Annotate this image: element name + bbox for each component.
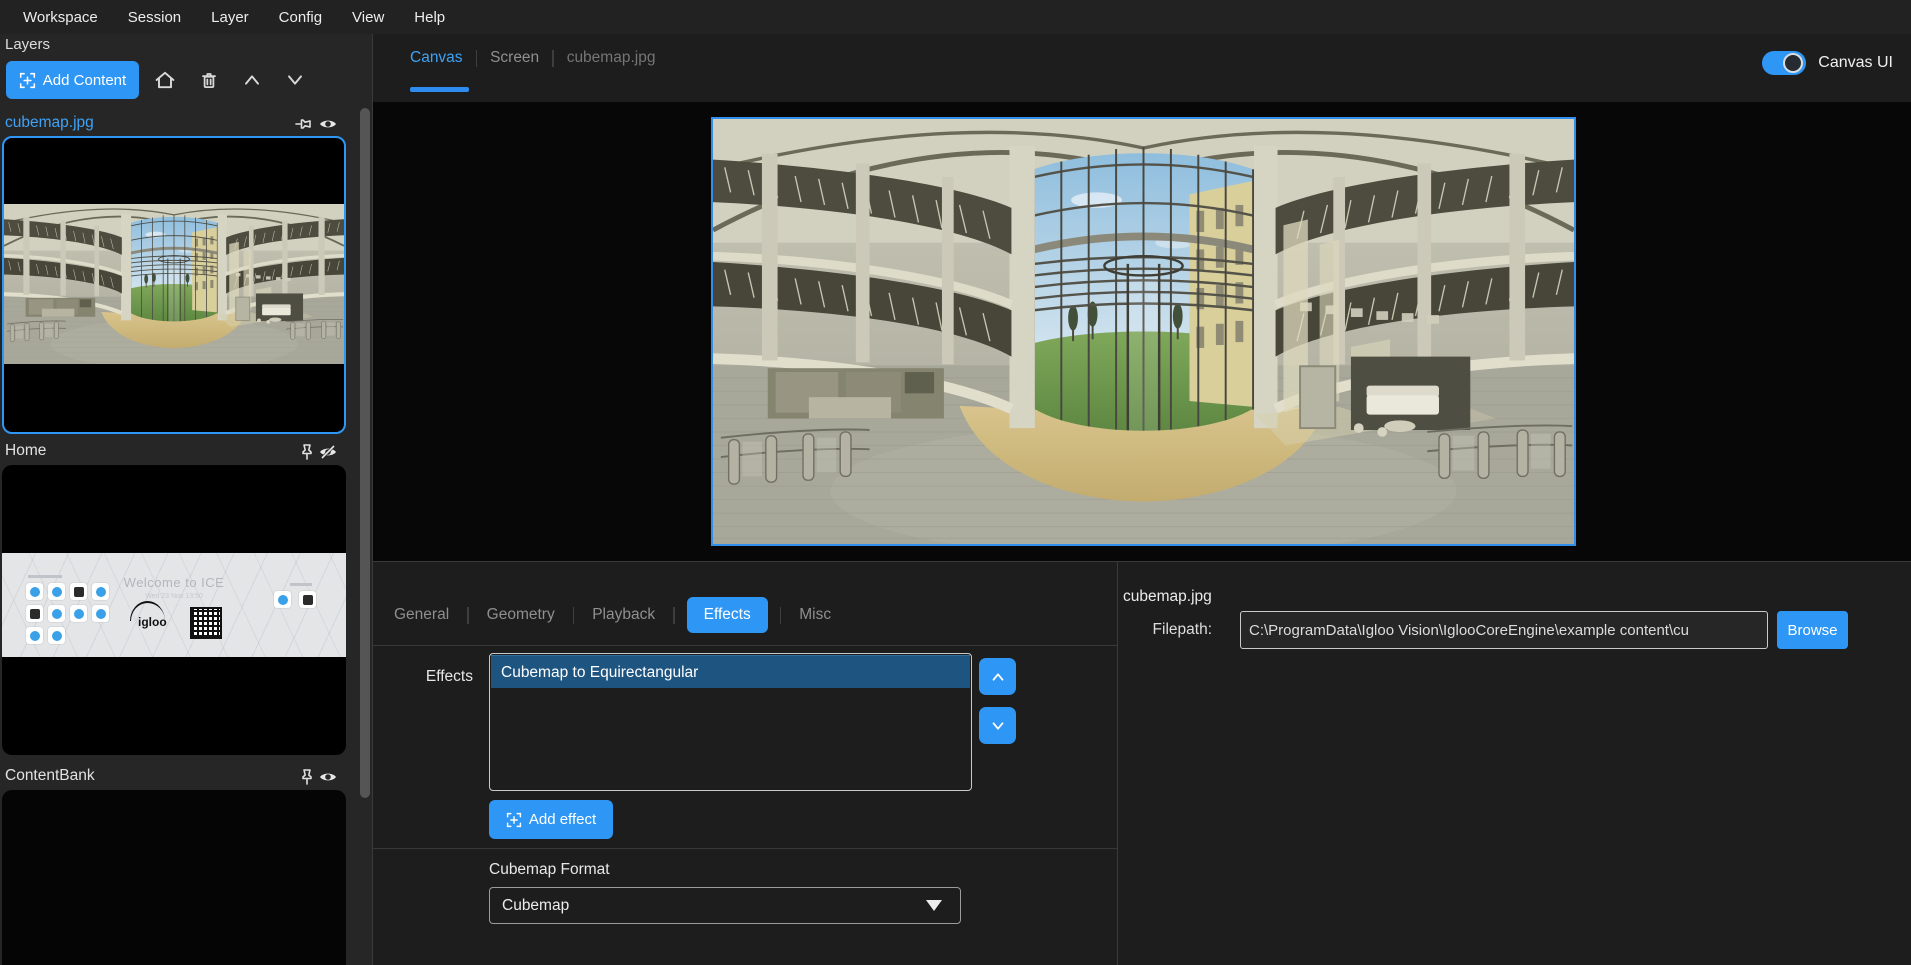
- properties-tabbar: General Geometry Playback Effects Misc: [388, 597, 837, 633]
- add-icon: [506, 812, 522, 828]
- canvas-ui-label: Canvas UI: [1818, 54, 1893, 72]
- tab-canvas[interactable]: Canvas: [410, 49, 463, 67]
- tab-cubemap[interactable]: cubemap.jpg: [567, 49, 656, 67]
- tab-screen[interactable]: Screen: [490, 49, 539, 67]
- menu-layer[interactable]: Layer: [196, 9, 264, 26]
- layer-thumbnail-contentbank[interactable]: [2, 790, 346, 965]
- add-content-button[interactable]: Add Content: [6, 61, 139, 99]
- canvas-viewport[interactable]: [373, 102, 1911, 561]
- layers-panel-title: Layers: [5, 36, 50, 53]
- effect-item-selected[interactable]: Cubemap to Equirectangular: [491, 655, 970, 688]
- add-effect-button[interactable]: Add effect: [489, 800, 613, 839]
- home-app-grid-right: [274, 591, 316, 608]
- menu-session[interactable]: Session: [113, 9, 196, 26]
- cubemap-format-dropdown[interactable]: Cubemap: [489, 887, 961, 924]
- tab-separator: [467, 607, 469, 624]
- pin-icon[interactable]: [293, 114, 313, 134]
- chevron-down-icon: [926, 900, 942, 911]
- add-content-label: Add Content: [43, 72, 126, 89]
- canvas-ui-toggle[interactable]: [1762, 51, 1806, 75]
- tab-misc[interactable]: Misc: [793, 597, 837, 633]
- tab-separator: [780, 607, 782, 624]
- pin-icon[interactable]: [297, 442, 317, 462]
- add-icon: [19, 72, 36, 89]
- toggle-knob: [1783, 53, 1803, 73]
- qr-code: [190, 607, 222, 639]
- layer-name-cubemap[interactable]: cubemap.jpg: [5, 114, 94, 132]
- pin-icon[interactable]: [297, 767, 317, 787]
- tab-effects[interactable]: Effects: [687, 597, 768, 633]
- vertical-divider: [1117, 562, 1118, 965]
- cubemap-format-value: Cubemap: [502, 897, 569, 915]
- layer-thumbnail-cubemap[interactable]: [2, 136, 346, 434]
- layer-thumbnail-home[interactable]: Welcome to ICE Wed 23 Nov 13:50 igloo: [2, 465, 346, 755]
- home-icon[interactable]: [152, 67, 178, 93]
- layer-row-home[interactable]: Home: [0, 440, 350, 464]
- home-app-grid: [26, 583, 122, 644]
- layer-name-contentbank[interactable]: ContentBank: [5, 767, 95, 785]
- tab-separator: [552, 50, 554, 67]
- menubar: Workspace Session Layer Config View Help: [0, 0, 1911, 34]
- effects-list-label: Effects: [403, 668, 473, 686]
- home-thumbnail-image: Welcome to ICE Wed 23 Nov 13:50 igloo: [2, 553, 346, 657]
- add-effect-label: Add effect: [529, 811, 596, 828]
- igloo-core-engine-window: Workspace Session Layer Config View Help…: [0, 0, 1911, 965]
- trash-icon[interactable]: [196, 67, 222, 93]
- eye-icon[interactable]: [318, 767, 338, 787]
- tab-geometry[interactable]: Geometry: [481, 597, 561, 633]
- layer-name-home[interactable]: Home: [5, 442, 46, 460]
- menu-config[interactable]: Config: [264, 9, 337, 26]
- layer-row-cubemap[interactable]: cubemap.jpg: [0, 112, 350, 136]
- tab-separator: [476, 50, 478, 67]
- tab-separator: [573, 607, 575, 624]
- layer-row-contentbank[interactable]: ContentBank: [0, 765, 350, 789]
- tab-separator: [673, 607, 675, 624]
- filepath-label: Filepath:: [1128, 621, 1212, 639]
- horizontal-divider: [373, 561, 1911, 562]
- cubemap-thumbnail-image: [4, 204, 344, 364]
- menu-help[interactable]: Help: [399, 9, 460, 26]
- igloo-logo: igloo: [138, 615, 167, 629]
- eye-slash-icon[interactable]: [318, 442, 338, 462]
- filepath-input[interactable]: [1240, 611, 1768, 649]
- layers-scrollbar[interactable]: [360, 108, 370, 798]
- tab-playback[interactable]: Playback: [586, 597, 661, 633]
- eye-icon[interactable]: [318, 114, 338, 134]
- cubemap-format-label: Cubemap Format: [489, 861, 610, 879]
- move-layer-up-icon[interactable]: [239, 67, 265, 93]
- canvas-content-panorama[interactable]: [711, 117, 1576, 546]
- section-divider: [373, 645, 1117, 646]
- menu-view[interactable]: View: [337, 9, 399, 26]
- browse-button[interactable]: Browse: [1777, 611, 1848, 649]
- effects-list[interactable]: Cubemap to Equirectangular: [489, 653, 972, 791]
- tab-general[interactable]: General: [388, 597, 455, 633]
- section-divider: [373, 848, 1117, 849]
- layers-panel: Layers Add Content cubemap.jpg: [0, 34, 373, 965]
- file-panel-title: cubemap.jpg: [1123, 588, 1212, 606]
- effect-move-down-button[interactable]: [979, 707, 1016, 744]
- canvas-tabbar: Canvas Screen cubemap.jpg Canvas UI: [373, 34, 1911, 102]
- effect-move-up-button[interactable]: [979, 658, 1016, 695]
- menu-workspace[interactable]: Workspace: [8, 9, 113, 26]
- active-tab-underline: [410, 87, 469, 92]
- move-layer-down-icon[interactable]: [282, 67, 308, 93]
